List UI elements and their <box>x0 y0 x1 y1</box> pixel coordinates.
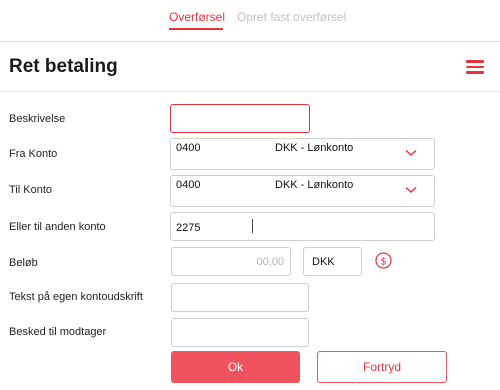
description-input[interactable] <box>170 104 310 133</box>
from-account-select[interactable]: 0400 DKK - Lønkonto <box>170 138 435 170</box>
from-account-label: Fra Konto <box>9 148 58 160</box>
hamburger-menu-icon[interactable] <box>466 60 484 74</box>
from-account-reg: 0400 <box>176 142 201 154</box>
own-statement-text-input[interactable] <box>171 283 309 312</box>
own-statement-text-label: Tekst på egen kontoudskrift <box>9 291 143 303</box>
from-account-name: DKK - Lønkonto <box>275 142 354 154</box>
cancel-button[interactable]: Fortryd <box>317 351 447 383</box>
to-account-label: Til Konto <box>9 184 53 196</box>
to-account-name: DKK - Lønkonto <box>275 179 354 191</box>
ok-button[interactable]: Ok <box>171 351 300 383</box>
svg-text:$: $ <box>380 257 386 268</box>
recipient-message-input[interactable] <box>171 318 309 347</box>
currency-value: DKK <box>312 256 335 268</box>
tab-overforsel[interactable]: Overførsel <box>169 10 225 24</box>
to-account-reg: 0400 <box>176 179 201 191</box>
text-cursor <box>252 219 253 233</box>
description-label: Beskrivelse <box>9 113 66 125</box>
tab-bar: Overførsel Opret fast overførsel <box>0 0 500 42</box>
amount-label: Beløb <box>9 257 38 269</box>
other-account-label: Eller til anden konto <box>9 221 106 233</box>
currency-field[interactable]: DKK <box>303 247 362 276</box>
to-account-select[interactable]: 0400 DKK - Lønkonto <box>170 175 435 207</box>
active-tab-indicator <box>169 28 223 30</box>
amount-input[interactable]: 00,00 <box>171 247 291 276</box>
page-header: Ret betaling <box>0 42 500 92</box>
page-title: Ret betaling <box>9 56 118 77</box>
other-account-reg-value: 2275 <box>176 222 201 234</box>
tab-opret-fast-overforsel[interactable]: Opret fast overførsel <box>237 10 346 24</box>
chevron-down-icon <box>405 149 417 157</box>
amount-placeholder: 00,00 <box>256 256 284 268</box>
chevron-down-icon <box>405 186 417 194</box>
other-account-input[interactable]: 2275 <box>170 212 435 241</box>
recipient-message-label: Besked til modtager <box>9 326 107 338</box>
dollar-circle-icon[interactable]: $ <box>375 252 392 269</box>
